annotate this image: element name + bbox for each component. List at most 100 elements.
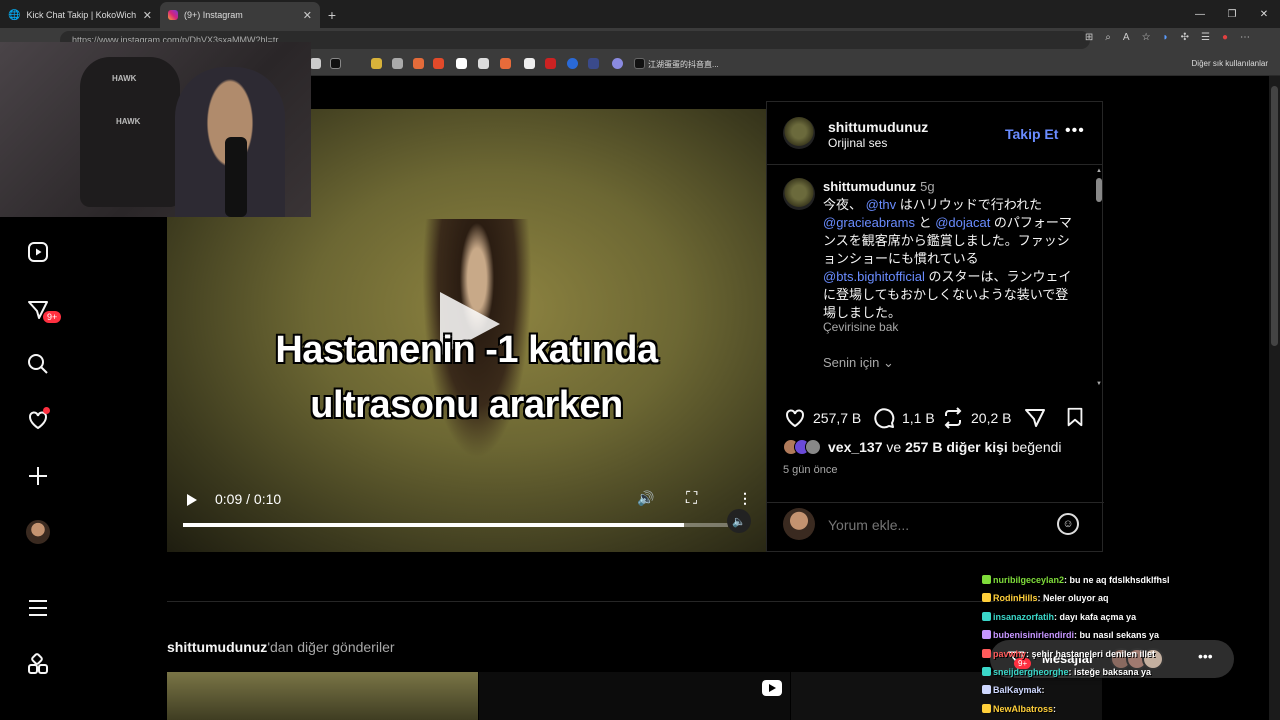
profile-avatar[interactable]: ●	[1222, 32, 1228, 43]
chat-message: sneijdergheorghe: isteğe baksana ya	[982, 663, 1242, 681]
bookmark-icon[interactable]	[524, 58, 535, 69]
comment-input[interactable]	[828, 517, 1038, 533]
liked-by[interactable]: vex_137 ve 257 B diğer kişi beğendi	[783, 439, 1062, 455]
scroll-up-icon[interactable]: ▲	[1096, 168, 1102, 174]
chat-username[interactable]: bubenisinirlendirdi	[993, 630, 1074, 640]
bookmark-icon[interactable]	[392, 58, 403, 69]
read-aloud-icon[interactable]: A	[1123, 32, 1130, 43]
more-options-icon[interactable]: •••	[1065, 122, 1085, 140]
scroll-down-icon[interactable]: ▼	[1096, 381, 1102, 387]
chat-badge-icon	[982, 630, 991, 640]
bookmark-icon[interactable]	[456, 58, 467, 69]
favorite-star-icon[interactable]: ☆	[1142, 32, 1151, 43]
bookmark-icon[interactable]	[371, 58, 382, 69]
chat-separator: :	[1041, 685, 1045, 696]
close-tab-icon[interactable]: ✕	[143, 9, 152, 22]
caption-avatar[interactable]	[783, 178, 815, 210]
also-from-meta-icon[interactable]	[25, 651, 51, 677]
create-plus-icon[interactable]	[25, 463, 51, 489]
more-posts-heading: shittumudunuz'dan diğer gönderiler	[167, 639, 395, 655]
follow-button[interactable]: Takip Et	[1005, 126, 1058, 142]
video-options-icon[interactable]: ⋮	[738, 490, 752, 507]
chat-username[interactable]: sneijdergheorghe	[993, 667, 1069, 677]
notifications-heart-icon[interactable]	[25, 407, 51, 433]
play-icon[interactable]	[187, 494, 197, 506]
bookmark-icon[interactable]	[413, 58, 424, 69]
more-posts-suffix: 'dan diğer gönderiler	[267, 639, 395, 655]
chat-username[interactable]: nuribilgeceylan2	[993, 575, 1064, 585]
mention-link[interactable]: @bts.bighitofficial	[823, 269, 925, 284]
bookmark-icon[interactable]	[478, 58, 489, 69]
chat-username[interactable]: pavwhy	[993, 649, 1026, 659]
chat-username[interactable]: RodinHills	[993, 593, 1038, 603]
profile-avatar[interactable]	[25, 519, 51, 545]
chat-username[interactable]: BalKaymak	[993, 685, 1042, 695]
chat-badge-icon	[982, 575, 991, 584]
menu-icon[interactable]: ⋯	[1240, 32, 1250, 43]
author-avatar[interactable]	[783, 117, 815, 149]
see-translation-link[interactable]: Çevirisine bak	[823, 320, 898, 334]
volume-icon[interactable]: 🔊	[637, 490, 654, 507]
video-overlay-text-1: Hastanenin -1 katında	[275, 329, 658, 371]
other-bookmarks[interactable]: Diğer sık kullanılanlar	[1192, 59, 1268, 68]
share-icon[interactable]	[1023, 406, 1047, 430]
caption-author[interactable]: shittumudunuz	[823, 179, 916, 194]
audio-label[interactable]: Orijinal ses	[828, 136, 887, 150]
bookmark-label[interactable]: 江湖蛋蛋的抖音直...	[648, 59, 719, 70]
liked-by-others[interactable]: 257 B diğer kişi	[905, 439, 1008, 455]
heart-icon	[786, 409, 804, 428]
save-bookmark-icon[interactable]	[1064, 406, 1086, 428]
app-icon[interactable]: ⊞	[1085, 32, 1093, 43]
chat-badge-icon	[982, 648, 991, 658]
bookmark-icon[interactable]	[567, 58, 578, 69]
reels-icon[interactable]	[25, 239, 51, 265]
minimize-icon[interactable]: —	[1184, 0, 1216, 28]
caption-scroll-thumb[interactable]	[1096, 178, 1102, 202]
restore-icon[interactable]: ❐	[1216, 0, 1248, 28]
liked-by-user[interactable]: vex_137	[828, 439, 883, 455]
close-window-icon[interactable]: ✕	[1248, 0, 1280, 28]
more-posts-author[interactable]: shittumudunuz	[167, 639, 267, 655]
tab-instagram[interactable]: (9+) Instagram ✕	[160, 2, 320, 28]
search-icon[interactable]	[25, 351, 51, 377]
bookmark-icon[interactable]	[612, 58, 623, 69]
video-progress-bar[interactable]	[183, 523, 728, 527]
bookmark-icon[interactable]	[500, 58, 511, 69]
author-username[interactable]: shittumudunuz	[828, 119, 928, 135]
reposts-count: 20,2 B	[971, 410, 1012, 426]
page-scrollbar[interactable]	[1269, 76, 1280, 720]
comment-action[interactable]: 1,1 B	[872, 406, 935, 430]
tab-kick-chat[interactable]: 🌐 Kick Chat Takip | KokoWich ✕	[0, 2, 160, 28]
sound-toggle-icon[interactable]: 🔈	[727, 509, 751, 533]
post-thumbnail[interactable]	[167, 672, 478, 720]
mention-link[interactable]: @gracieabrams	[823, 215, 915, 230]
mention-link[interactable]: @thv	[866, 197, 897, 212]
tiktok-icon[interactable]	[634, 58, 645, 69]
emoji-icon[interactable]: ☺	[1057, 513, 1079, 535]
messages-icon[interactable]: 9+	[25, 297, 62, 323]
close-tab-icon[interactable]: ✕	[303, 9, 312, 22]
bookmark-icon[interactable]	[433, 58, 444, 69]
chat-username[interactable]: insanazorfatih	[993, 612, 1054, 622]
bookmark-icon[interactable]	[310, 58, 321, 69]
for-you-dropdown[interactable]: Senin için ⌄	[823, 355, 894, 371]
fullscreen-icon[interactable]: ⛶	[686, 490, 697, 508]
repost-action[interactable]: 20,2 B	[941, 406, 1011, 430]
extensions-icon[interactable]: ✣	[1181, 32, 1189, 43]
bookmark-x-icon[interactable]	[330, 58, 341, 69]
post-thumbnail[interactable]	[479, 672, 790, 720]
more-menu-icon[interactable]	[25, 595, 51, 621]
mention-link[interactable]: @dojacat	[935, 215, 990, 230]
bookmark-icon[interactable]	[545, 58, 556, 69]
chat-username[interactable]: NewAlbatross	[993, 704, 1053, 714]
window-controls: — ❐ ✕	[1184, 0, 1280, 28]
new-tab-button[interactable]: +	[320, 2, 344, 28]
caption-scrollbar[interactable]: ▲ ▼	[1096, 168, 1102, 388]
zoom-icon[interactable]: ⌕	[1105, 32, 1111, 43]
like-action[interactable]: 257,7 B	[783, 406, 861, 430]
scrollbar-thumb[interactable]	[1271, 86, 1278, 346]
favorites-icon[interactable]: ☰	[1201, 32, 1210, 43]
chat-message: BalKaymak:	[982, 681, 1242, 699]
bookmark-icon[interactable]	[588, 58, 599, 69]
extension-icon[interactable]: ◗	[1163, 32, 1169, 43]
